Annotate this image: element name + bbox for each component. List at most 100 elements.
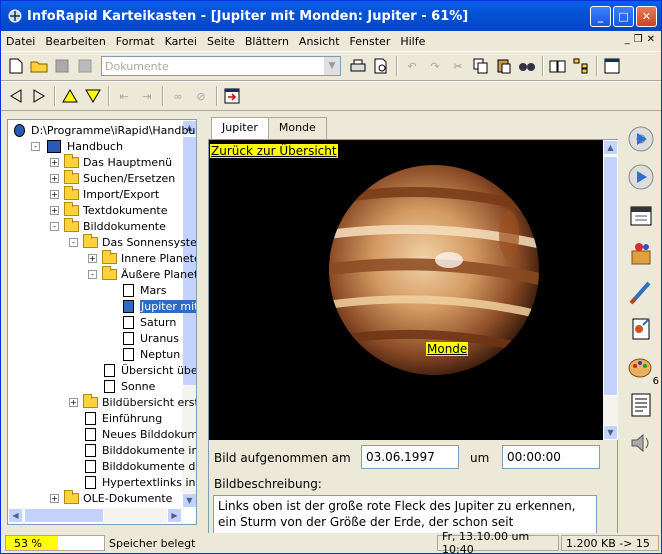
tree-horizontal-scrollbar[interactable]: ◀ ▶ — [8, 508, 182, 523]
tree-item[interactable]: Bilddokumente druc — [69, 458, 196, 474]
date-field[interactable]: 03.06.1997 — [361, 445, 459, 469]
tree-item[interactable]: + Bildübersicht erste — [69, 393, 196, 410]
speaker-icon[interactable] — [625, 427, 657, 459]
close-button[interactable]: ✕ — [636, 6, 657, 27]
save-icon[interactable] — [51, 55, 73, 77]
time-field[interactable]: 00:00:00 — [502, 445, 600, 469]
mdi-close-icon[interactable]: ✕ — [647, 34, 655, 45]
tree-item[interactable]: + OLE-Dokumente — [50, 489, 172, 506]
print-icon[interactable] — [347, 55, 369, 77]
redo-icon[interactable]: ↷ — [424, 55, 446, 77]
find-icon[interactable] — [516, 55, 538, 77]
content-scroll-thumb[interactable] — [603, 156, 618, 396]
expand-icon[interactable]: + — [50, 157, 59, 167]
mdi-minimize-icon[interactable]: _ — [625, 34, 630, 45]
collapse-icon[interactable]: - — [31, 141, 40, 151]
tree-item[interactable]: + Suchen/Ersetzen — [50, 169, 175, 186]
forward-icon[interactable] — [28, 85, 50, 107]
expand-icon[interactable]: + — [88, 253, 97, 263]
back-icon[interactable] — [5, 85, 27, 107]
tree-item[interactable]: Uranus — [107, 330, 179, 346]
tree-item[interactable]: - Handbuch — [31, 138, 123, 154]
unlink-icon[interactable]: ⊘ — [190, 85, 212, 107]
book-icon[interactable] — [547, 55, 569, 77]
collapse-icon[interactable]: - — [50, 221, 59, 231]
box-icon[interactable] — [625, 237, 657, 269]
window-icon[interactable] — [601, 55, 623, 77]
menu-item-6[interactable]: Ansicht — [294, 35, 345, 48]
save-all-icon[interactable] — [74, 55, 96, 77]
up-icon[interactable] — [59, 85, 81, 107]
expand-icon[interactable]: + — [50, 205, 59, 215]
tree-view-icon[interactable] — [570, 55, 592, 77]
tree-item[interactable]: D:\Programme\iRapid\Handbuch — [12, 122, 196, 138]
tree-item[interactable]: Neptun — [107, 346, 180, 362]
cut-icon[interactable]: ✂ — [447, 55, 469, 77]
brush-icon[interactable] — [625, 275, 657, 307]
maximize-button[interactable]: □ — [613, 6, 634, 27]
hyperlink-icon[interactable]: ∞ — [167, 85, 189, 107]
tree-item[interactable]: - Äußere Planeten — [88, 265, 196, 282]
tree-scroll-down-icon[interactable]: ▼ — [182, 493, 196, 508]
expand-icon[interactable]: + — [50, 173, 59, 183]
tree-scroll-left-icon[interactable]: ◀ — [8, 508, 23, 523]
collapse-icon[interactable]: - — [88, 269, 97, 279]
play-cd-icon[interactable] — [625, 123, 657, 155]
menu-item-7[interactable]: Fenster — [345, 35, 396, 48]
expand-icon[interactable]: + — [50, 189, 59, 199]
tree-item[interactable]: + Import/Export — [50, 185, 159, 202]
copy-icon[interactable] — [470, 55, 492, 77]
expand-icon[interactable]: + — [69, 397, 78, 407]
calendar-icon[interactable] — [625, 199, 657, 231]
link-forward-icon[interactable]: ⇥ — [136, 85, 158, 107]
tree-item[interactable]: Sonne — [88, 378, 155, 394]
tree-item[interactable]: Saturn — [107, 314, 176, 330]
tree-item[interactable]: Mars — [107, 282, 167, 298]
moons-link[interactable]: Monde — [426, 342, 469, 356]
menu-item-8[interactable]: Hilfe — [395, 35, 430, 48]
document-list-icon[interactable] — [625, 389, 657, 421]
play-video-icon[interactable] — [625, 161, 657, 193]
document-tree[interactable]: ▲ ▼ ◀ ▶ D:\Programme\iRapid\Handbuch - Han… — [7, 119, 197, 525]
minimize-button[interactable]: _ — [590, 6, 611, 27]
tree-scroll-right-icon[interactable]: ▶ — [167, 508, 182, 523]
undo-icon[interactable]: ↶ — [401, 55, 423, 77]
content-scroll-down-icon[interactable]: ▼ — [603, 425, 618, 440]
tree-item[interactable]: Neues Bilddokument — [69, 426, 196, 442]
tree-item[interactable]: Jupiter mit — [107, 298, 196, 314]
open-icon[interactable] — [28, 55, 50, 77]
collapse-icon[interactable]: - — [69, 237, 78, 247]
tab-jupiter[interactable]: Jupiter — [211, 117, 269, 139]
content-vertical-scrollbar[interactable]: ▲ ▼ — [603, 140, 618, 440]
menu-item-0[interactable]: Datei — [1, 35, 40, 48]
tree-item[interactable]: + Das Hauptmenü — [50, 153, 172, 170]
tree-item[interactable]: Hypertextlinks in B — [69, 474, 196, 490]
menu-item-4[interactable]: Seite — [202, 35, 240, 48]
content-scroll-up-icon[interactable]: ▲ — [603, 140, 618, 155]
tree-item[interactable]: - Das Sonnensystem — [69, 233, 196, 250]
paste-icon[interactable] — [493, 55, 515, 77]
documents-combo[interactable]: Dokumente ▼ — [101, 56, 341, 76]
down-icon[interactable] — [82, 85, 104, 107]
menu-item-1[interactable]: Bearbeiten — [40, 35, 110, 48]
title-bar[interactable]: InfoRapid Karteikasten - [Jupiter mit Mo… — [1, 1, 661, 31]
tree-item[interactable]: Übersicht übers — [88, 362, 196, 378]
menu-item-3[interactable]: Kartei — [160, 35, 202, 48]
palette-icon[interactable]: 6 — [625, 351, 659, 387]
expand-icon[interactable]: + — [50, 493, 59, 503]
tree-item[interactable]: Bilddokumente impo — [69, 442, 196, 458]
chevron-down-icon[interactable]: ▼ — [324, 57, 340, 75]
goto-icon[interactable] — [221, 85, 243, 107]
tree-item[interactable]: + Innere Planeten — [88, 249, 196, 266]
tree-item[interactable]: - Bilddokumente — [50, 217, 166, 234]
tree-item[interactable]: + Textdokumente — [50, 201, 168, 218]
tree-hscroll-thumb[interactable] — [24, 508, 104, 523]
print-preview-icon[interactable] — [370, 55, 392, 77]
paint-doc-icon[interactable] — [625, 313, 657, 345]
link-back-icon[interactable]: ⇤ — [113, 85, 135, 107]
menu-item-5[interactable]: Blättern — [240, 35, 294, 48]
mdi-restore-icon[interactable]: ❐ — [634, 34, 643, 45]
menu-item-2[interactable]: Format — [111, 35, 160, 48]
back-to-overview-link[interactable]: Zurück zur Übersicht — [210, 144, 338, 158]
new-icon[interactable] — [5, 55, 27, 77]
